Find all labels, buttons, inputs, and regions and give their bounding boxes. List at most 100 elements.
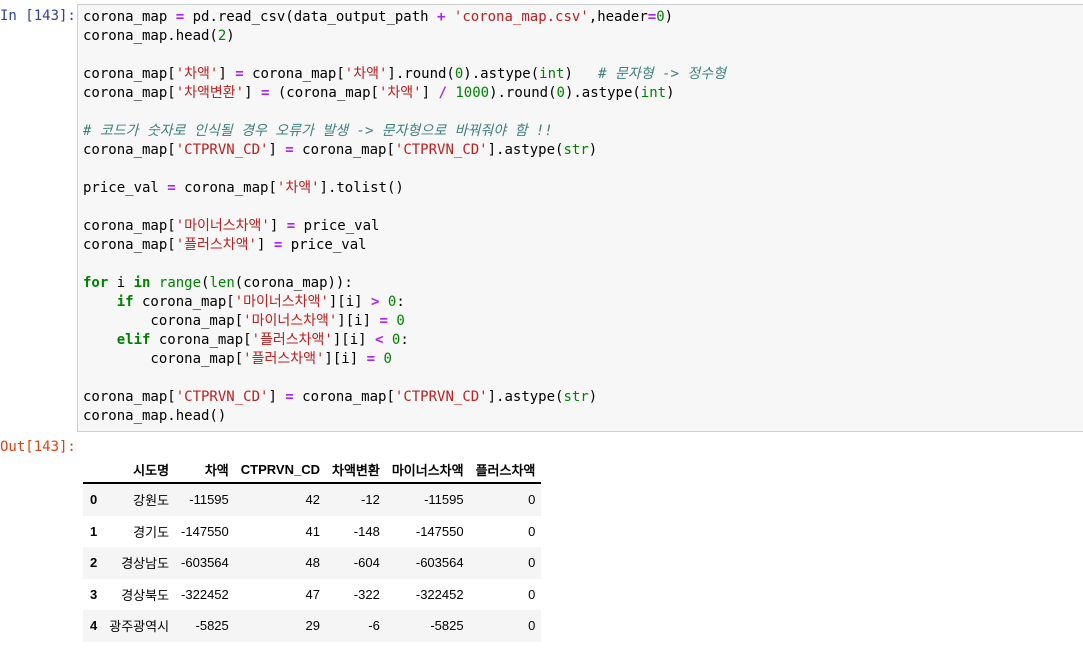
table-cell: 0 [528,492,536,508]
dataframe-output: 시도명 차액 CTPRVN_CD 차액변환 마이너스차액 플러스차액 0 강원도 -11595… [83,456,542,642]
code-token: : [396,294,405,310]
code-token: ) [664,9,674,25]
code-editor[interactable]: corona_map = pd.read_csv(data_output_pat… [83,8,726,426]
code-line: corona_map['CTPRVN_CD'] = corona_map['CT… [83,141,726,160]
table-row: 3 경상북도 -322452 47 -322 -322452 0 [83,578,542,610]
table-cell: 48 [305,555,320,571]
code-token: in [133,275,151,291]
table-row: 0 강원도 -11595 42 -12 -11595 0 [83,483,542,516]
code-token: 0 [556,85,565,101]
code-token: ) [588,389,598,405]
table-cell: 경상북도 [121,587,170,603]
code-token: i [108,275,134,291]
code-token: ).astype( [463,66,540,82]
code-token: '차액' [276,180,320,196]
code-token: corona_map[ [175,180,277,196]
code-line: corona_map['플러스차액'][i] = 0 [83,350,726,369]
table-cell: -11595 [189,492,229,508]
code-token: corona_map [83,9,176,25]
code-token: ) [666,85,675,101]
code-token: ) [564,66,599,82]
code-token: = [285,389,294,405]
column-header [83,456,104,484]
table-cell: 0 [528,586,536,602]
code-line: corona_map['마이너스차액'] = price_val [83,217,726,236]
code-token: ).round( [489,85,557,101]
table-row: 4 광주광역시 -5825 29 -6 -5825 0 [83,610,542,642]
code-token: elif [116,332,151,348]
code-line: if corona_map['마이너스차액'][i] > 0: [83,293,726,312]
code-token: ) [588,142,598,158]
code-token: ] [244,85,261,101]
code-line: corona_map['CTPRVN_CD'] = corona_map['CT… [83,388,726,407]
table-header-row: 시도명 차액 CTPRVN_CD 차액변환 마이너스차액 플러스차액 [83,456,542,484]
code-line: price_val = corona_map['차액'].tolist() [83,179,726,198]
row-index: 3 [90,586,98,602]
code-token: '차액변환' [175,85,245,101]
code-token: price_val [295,218,380,234]
code-token: '마이너스차액' [175,218,270,234]
table-cell: -603564 [415,555,464,571]
code-line: corona_map.head(2) [83,27,726,46]
code-token: : [400,332,409,348]
code-token: ) [226,28,235,44]
table-cell: 29 [305,618,320,634]
code-token: ].astype( [487,142,564,158]
table-cell: -5825 [430,618,464,634]
code-token: = [235,66,244,82]
code-token: ].astype( [487,389,564,405]
code-token: '차액' [378,85,422,101]
table-cell: -322 [353,586,380,602]
row-index: 2 [90,555,98,571]
row-index: 4 [90,618,98,634]
row-index: 1 [90,523,98,539]
code-token: '플러스차액' [243,351,325,367]
code-token: ,header [588,9,648,25]
column-header: 마이너스차액 [385,456,470,484]
column-header: CTPRVN_CD [234,456,326,484]
code-token: (corona_map)): [234,275,353,291]
code-token: for [83,275,109,291]
table-cell: -147550 [181,523,229,539]
code-token: 0 [396,313,405,329]
code-token: corona_map[ [293,142,395,158]
code-token: # 문자형 -> 정수형 [598,66,727,82]
code-token: 'CTPRVN_CD' [175,389,269,405]
code-token: int [640,85,667,101]
table-cell: -322452 [415,586,464,602]
code-token: # 코드가 숫자로 인식될 경우 오류가 발생 -> 문자형으로 바꿔줘야 함 … [83,123,553,139]
table-cell: 41 [305,523,320,539]
code-token: ] [218,66,236,82]
column-header: 시도명 [103,456,176,484]
code-token: corona_map[ [83,351,244,367]
code-token: corona_map.head( [83,28,218,44]
output-prompt: Out[143]: [0,439,76,455]
code-token: ] [269,218,287,234]
column-header: 차액변환 [325,456,386,484]
code-token: / [438,85,447,101]
code-token: str [563,142,589,158]
code-token: ] [268,389,286,405]
table-cell: -604 [353,555,380,571]
code-token: str [563,389,589,405]
code-token: if [116,294,134,310]
code-token: corona_map[ [83,85,176,101]
code-token: ] [256,237,274,253]
code-line: corona_map['차액변환'] = (corona_map['차액'] /… [83,84,726,103]
code-token: corona_map[ [243,66,345,82]
table-row: 1 경기도 -147550 41 -148 -147550 0 [83,515,542,547]
code-token: 0 [383,351,392,367]
code-token: ] [268,142,286,158]
table-cell: -322452 [181,586,229,602]
table-cell: -12 [361,492,380,508]
code-token: price_val [83,180,168,196]
code-token: pd.read_csv(data_output_path [184,9,438,25]
code-token: '플러스차액' [251,332,333,348]
code-token: '마이너스차액' [243,313,338,329]
